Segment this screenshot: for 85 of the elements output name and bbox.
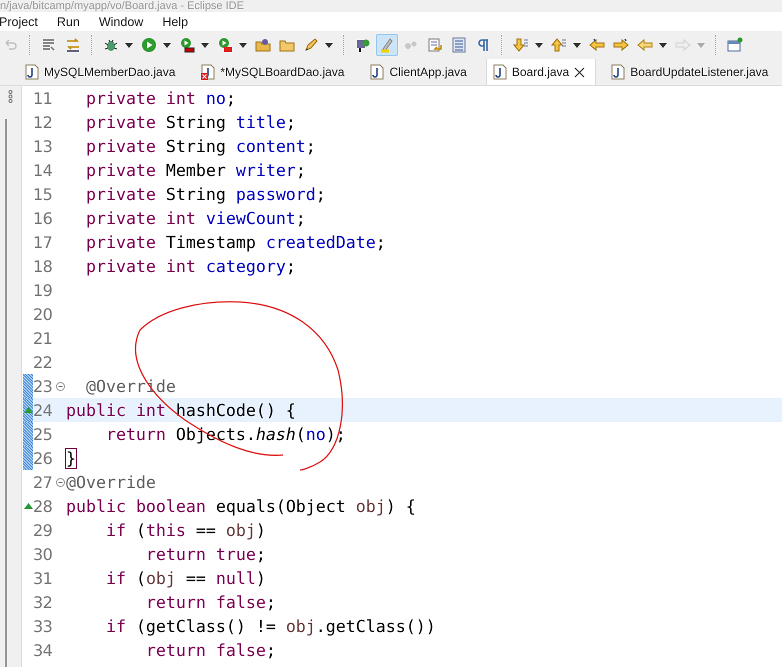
editor-tab[interactable]: Board.java	[486, 59, 596, 85]
window-title: n/java/bitcamp/myapp/vo/Board.java - Eclipse IDE	[0, 0, 244, 12]
editor-tab[interactable]: *MySQLBoardDao.java	[194, 59, 356, 85]
line-number: 27	[33, 472, 54, 492]
code-line: @Override	[65, 472, 156, 492]
line-number: 34	[33, 640, 54, 660]
line-number: 26	[33, 448, 54, 468]
caret-icon[interactable]	[125, 42, 133, 48]
editor-tab[interactable]: BoardUpdateListener.java	[604, 59, 780, 85]
code-line: private String title;	[84, 112, 296, 132]
up-arrow-icon	[551, 37, 567, 53]
list-icon	[451, 37, 467, 53]
line-number: 31	[33, 568, 54, 588]
highlighter-icon	[379, 37, 395, 53]
code-line: public boolean equals(Object obj) {	[65, 496, 416, 516]
play-icon	[141, 37, 157, 53]
menu-item[interactable]: Project	[0, 14, 38, 28]
forward-arrow-icon	[613, 37, 629, 53]
code-line: return true;	[144, 544, 266, 564]
line-number: 18	[33, 256, 54, 276]
code-line: private Member writer;	[84, 160, 306, 180]
code-line: return false;	[144, 640, 276, 660]
hierarchy-icon	[355, 37, 371, 53]
lines-icon	[41, 37, 57, 53]
caret-icon[interactable]	[201, 42, 209, 48]
code-line: private Timestamp createdDate;	[84, 232, 386, 252]
caret-icon[interactable]	[573, 42, 581, 48]
line-number: 30	[33, 544, 54, 564]
line-number: 24	[33, 400, 54, 420]
back-arrow-icon	[637, 37, 653, 53]
line-number: 22	[33, 352, 54, 372]
caret-icon[interactable]	[659, 42, 667, 48]
line-number: 19	[33, 280, 54, 300]
caret-icon[interactable]	[239, 42, 247, 48]
line-number: 32	[33, 592, 54, 612]
line-number: 25	[33, 424, 54, 444]
line-number: 20	[33, 304, 54, 324]
code-line: if (obj == null)	[104, 568, 266, 588]
code-line: public int hashCode() {	[65, 400, 296, 420]
back-arrow-icon	[589, 37, 605, 53]
line-number: 28	[33, 496, 54, 516]
code-line: return false;	[144, 592, 276, 612]
code-line: if (getClass() != obj.getClass())	[104, 616, 436, 636]
close-icon[interactable]	[574, 66, 586, 78]
menu-item[interactable]: Help	[162, 14, 188, 28]
drag-handle-icon[interactable]	[8, 90, 13, 103]
line-number: 13	[33, 136, 54, 156]
arrows-icon	[65, 37, 81, 53]
menu-item[interactable]: Window	[98, 14, 144, 28]
forward-arrow-icon	[675, 37, 691, 53]
code-line: private int no;	[84, 88, 236, 108]
document-arrow-icon	[427, 37, 443, 53]
line-number: 15	[33, 184, 54, 204]
line-number: 12	[33, 112, 54, 132]
code-line: if (this == obj)	[104, 520, 266, 540]
line-number: 16	[33, 208, 54, 228]
line-number: 21	[33, 328, 54, 348]
caret-icon[interactable]	[325, 42, 333, 48]
pencil-icon	[303, 37, 319, 53]
undo-icon	[3, 37, 19, 53]
folder-icon	[255, 37, 271, 53]
line-number: 23	[33, 376, 54, 396]
code-line: }	[65, 448, 76, 468]
line-number: 11	[33, 88, 54, 108]
pilcrow-icon	[475, 37, 491, 53]
play-bar-icon	[179, 37, 195, 53]
bug-icon	[103, 37, 119, 53]
code-line: private int viewCount;	[84, 208, 306, 228]
play-toolbox-icon	[217, 37, 233, 53]
down-arrow-icon	[513, 37, 529, 53]
line-number: 29	[33, 520, 54, 540]
line-number: 17	[33, 232, 54, 252]
code-line: private int category;	[84, 256, 296, 276]
line-number: 33	[33, 616, 54, 636]
line-number: 14	[33, 160, 54, 180]
window-pin-icon	[727, 37, 743, 53]
collapse-icon[interactable]	[56, 382, 64, 390]
code-line: private String password;	[84, 184, 326, 204]
editor-tab[interactable]: ClientApp.java	[363, 59, 478, 85]
editor-tab[interactable]: MySQLMemberDao.java	[18, 59, 186, 85]
code-line: private String content;	[84, 136, 316, 156]
caret-icon[interactable]	[163, 42, 171, 48]
collapse-icon[interactable]	[56, 478, 64, 486]
menu-item[interactable]: Run	[56, 14, 80, 28]
caret-icon[interactable]	[535, 42, 543, 48]
